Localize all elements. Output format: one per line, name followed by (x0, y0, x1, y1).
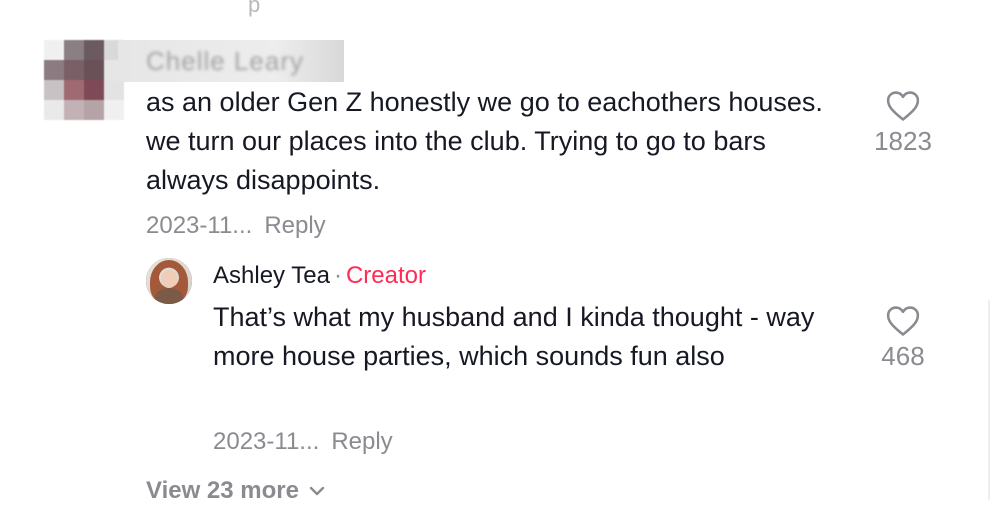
creator-badge: Creator (345, 262, 426, 289)
comment-date: 2023-11... (146, 212, 253, 239)
cut-off-text: p (248, 0, 261, 17)
heart-outline-icon (886, 306, 920, 336)
separator-dot: · (333, 262, 342, 289)
comments-panel: p Chelle Leary as an older Gen Z honestl… (0, 0, 990, 527)
comment-text: as an older Gen Z honestly we go to each… (146, 87, 823, 195)
reply-header: Ashley Tea · Creator (213, 262, 426, 290)
view-more-replies-button[interactable]: View 23 more (146, 477, 325, 505)
reply-date: 2023-11... (213, 428, 320, 455)
creator-avatar[interactable] (146, 258, 192, 304)
comment-like-button[interactable]: 1823 (868, 90, 938, 157)
reply-like-count: 468 (881, 341, 925, 371)
reply-button[interactable]: Reply (264, 212, 325, 239)
reply-meta: 2023-11... Reply (213, 428, 393, 456)
reply-username[interactable]: Ashley Tea (213, 262, 330, 289)
view-more-label: View 23 more (146, 477, 299, 504)
reply-text: That’s what my husband and I kinda thoug… (213, 302, 815, 371)
heart-outline-icon (886, 91, 920, 121)
comment-like-count: 1823 (874, 126, 932, 156)
commenter-username-blurred[interactable]: Chelle Leary (118, 40, 344, 82)
comment-meta: 2023-11... Reply (146, 212, 326, 240)
reply-reply-button[interactable]: Reply (331, 428, 392, 455)
chevron-down-icon (309, 486, 325, 496)
reply-like-button[interactable]: 468 (868, 305, 938, 372)
